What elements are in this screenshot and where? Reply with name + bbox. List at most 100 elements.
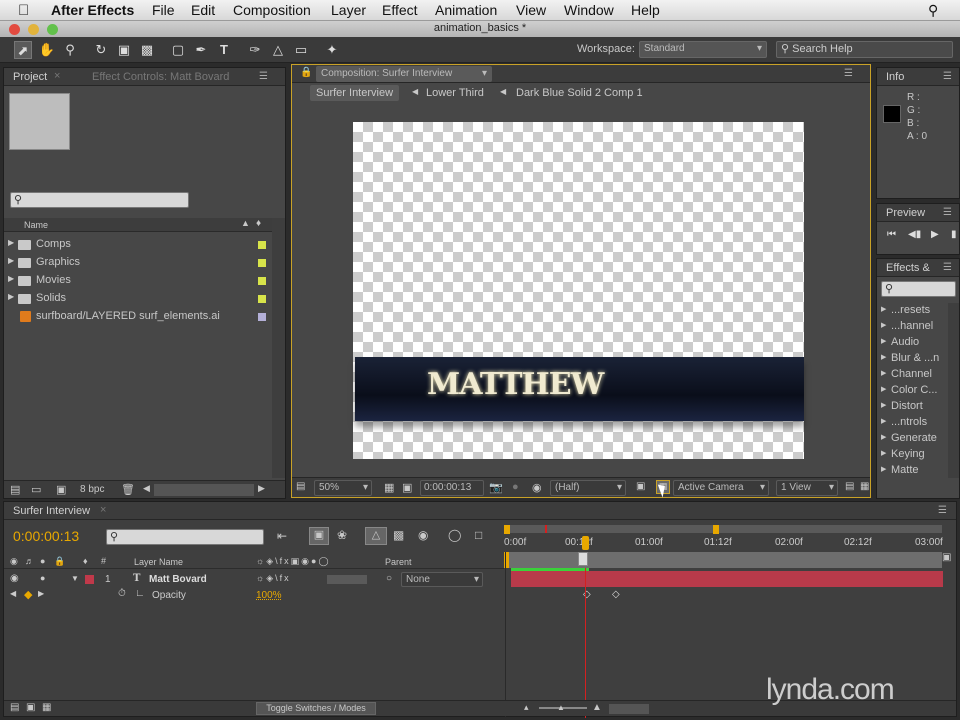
- close-window-button[interactable]: [9, 24, 20, 35]
- comp-mini-flowchart-icon[interactable]: ⇤: [277, 529, 287, 543]
- close-tab-icon[interactable]: ×: [100, 504, 106, 516]
- opacity-value[interactable]: 100%: [256, 590, 282, 601]
- list-item[interactable]: ▶ Audio: [877, 335, 947, 351]
- solo-toggle-icon[interactable]: ●: [40, 573, 45, 583]
- time-navigator-end-handle[interactable]: [713, 525, 719, 534]
- list-item[interactable]: ▶ ...hannel: [877, 319, 947, 335]
- panel-menu-icon[interactable]: ☰: [943, 262, 955, 273]
- project-scrollbar[interactable]: [272, 218, 285, 478]
- layer-switches[interactable]: ☼◈\fx: [256, 573, 291, 584]
- zoom-tool-icon[interactable]: ⚲: [61, 41, 79, 59]
- fast-previews-icon[interactable]: ▦: [860, 481, 869, 492]
- composition-tab-dropdown[interactable]: Composition: Surfer Interview ▾: [316, 66, 492, 82]
- list-item[interactable]: ▶ Comps: [4, 236, 270, 252]
- time-navigator-start-handle[interactable]: [504, 525, 510, 534]
- expand-in-out-icon[interactable]: ▦: [42, 702, 51, 713]
- trash-icon[interactable]: 🗑: [121, 483, 135, 496]
- tab-project[interactable]: Project: [13, 71, 47, 83]
- zoom-slider-thumb[interactable]: ▲: [557, 703, 565, 712]
- tab-info[interactable]: Info: [886, 71, 904, 83]
- clone-stamp-tool-icon[interactable]: △: [269, 41, 287, 59]
- add-keyframe-icon[interactable]: ◆: [24, 588, 32, 601]
- current-time-button[interactable]: 0:00:00:13: [420, 480, 484, 496]
- list-item[interactable]: ▶ Distort: [877, 399, 947, 415]
- rectangle-tool-icon[interactable]: ▢: [169, 41, 187, 59]
- eye-icon[interactable]: ◉: [10, 573, 19, 584]
- list-item[interactable]: ▶ Channel: [877, 367, 947, 383]
- expand-layer-icon[interactable]: ▼: [71, 574, 79, 583]
- list-item[interactable]: surfboard/LAYERED surf_elements.ai: [4, 308, 270, 324]
- scroll-left-icon[interactable]: ◀: [143, 483, 150, 494]
- tab-effect-controls[interactable]: Effect Controls: Matt Bovard: [92, 71, 229, 83]
- comp-viewer-canvas[interactable]: MATTHEW: [353, 122, 804, 459]
- list-item[interactable]: ▶ Blur & ...n: [877, 351, 947, 367]
- menu-animation[interactable]: Animation: [435, 2, 497, 18]
- frame-blending-icon[interactable]: ▩: [393, 528, 404, 542]
- hand-tool-icon[interactable]: ✋: [38, 41, 56, 59]
- breadcrumb-lower-third[interactable]: Lower Third: [426, 87, 484, 99]
- close-tab-icon[interactable]: ×: [54, 70, 60, 82]
- panel-menu-icon[interactable]: ☰: [943, 207, 955, 218]
- type-tool-icon[interactable]: T: [215, 41, 233, 59]
- list-item[interactable]: ▶ ...ntrols: [877, 415, 947, 431]
- list-item[interactable]: ▶ Solids: [4, 290, 270, 306]
- workspace-dropdown[interactable]: Standard ▾: [639, 41, 767, 58]
- resolution-dropdown[interactable]: (Half) ▾: [550, 480, 626, 496]
- search-help-field[interactable]: ⚲ Search Help: [776, 41, 953, 58]
- list-item[interactable]: ▶ Keying: [877, 447, 947, 463]
- playhead-handle[interactable]: [582, 536, 589, 550]
- scroll-right-icon[interactable]: ▶: [258, 483, 265, 494]
- layer-duration-bar[interactable]: [511, 571, 943, 587]
- list-item[interactable]: ▶ Color C...: [877, 383, 947, 399]
- live-update-icon[interactable]: ▣: [309, 527, 329, 545]
- new-composition-icon[interactable]: ▣: [56, 483, 66, 496]
- column-layer-name[interactable]: Layer Name: [134, 557, 183, 567]
- draft-3d-icon[interactable]: ❀: [337, 528, 347, 542]
- expand-layer-switches-icon[interactable]: ▤: [10, 702, 19, 713]
- table-row[interactable]: ◉ ● ▼ 1 T Matt Bovard ☼◈\fx ○ None ▾: [4, 572, 504, 588]
- stopwatch-icon[interactable]: ⏱: [118, 588, 126, 599]
- selection-tool-icon[interactable]: ⬈: [14, 41, 32, 59]
- zoom-window-button[interactable]: [47, 24, 58, 35]
- eraser-tool-icon[interactable]: ▭: [292, 41, 310, 59]
- menu-view[interactable]: View: [516, 2, 546, 18]
- breadcrumb-surfer-interview[interactable]: Surfer Interview: [310, 85, 400, 101]
- graph-editor-icon[interactable]: □: [475, 528, 482, 542]
- motion-blur-icon[interactable]: ◉: [418, 528, 428, 542]
- list-item[interactable]: ▶ Movies: [4, 272, 270, 288]
- lock-icon[interactable]: 🔒: [300, 67, 312, 78]
- first-frame-icon[interactable]: ⏮: [887, 229, 896, 240]
- next-keyframe-icon[interactable]: ▶: [38, 589, 44, 598]
- active-camera-dropdown[interactable]: Active Camera ▾: [673, 480, 769, 496]
- disclosure-triangle-icon[interactable]: ▶: [8, 292, 14, 301]
- label-color-swatch[interactable]: [258, 259, 266, 267]
- panel-menu-icon[interactable]: ☰: [943, 71, 955, 82]
- hide-shy-layers-icon[interactable]: △: [365, 527, 387, 545]
- parent-dropdown[interactable]: None ▾: [401, 572, 483, 587]
- brush-tool-icon[interactable]: ✑: [246, 41, 264, 59]
- effects-search-input[interactable]: ⚲: [881, 281, 956, 297]
- previous-frame-icon[interactable]: ◀▮: [908, 229, 921, 240]
- table-row[interactable]: ◀ ◆ ▶ ⏱ ∟ Opacity 100%: [4, 588, 504, 604]
- list-item[interactable]: ▶ Generate: [877, 431, 947, 447]
- menu-layer[interactable]: Layer: [331, 2, 366, 18]
- spotlight-search-icon[interactable]: ⚲: [928, 2, 938, 19]
- pickwhip-icon[interactable]: ○: [386, 573, 392, 584]
- disclosure-triangle-icon[interactable]: ▶: [8, 274, 14, 283]
- panel-menu-icon[interactable]: ☰: [259, 71, 271, 82]
- menu-effect[interactable]: Effect: [382, 2, 418, 18]
- disclosure-triangle-icon[interactable]: ▶: [8, 238, 14, 247]
- list-item[interactable]: ▶ Matte: [877, 463, 947, 479]
- list-item[interactable]: ▶ ...resets: [877, 303, 947, 319]
- menu-composition[interactable]: Composition: [233, 2, 311, 18]
- magnification-dropdown[interactable]: 50% ▾: [314, 480, 372, 496]
- show-snapshot-icon[interactable]: ●: [512, 481, 519, 493]
- keyframe-diamond[interactable]: ◇: [612, 589, 620, 600]
- apple-icon[interactable]: : [18, 2, 29, 19]
- pan-behind-tool-icon[interactable]: ▩: [138, 41, 156, 59]
- column-parent[interactable]: Parent: [385, 557, 412, 567]
- label-color-swatch[interactable]: [258, 277, 266, 285]
- camera-tool-icon[interactable]: ▣: [115, 41, 133, 59]
- tab-surfer-interview[interactable]: Surfer Interview: [13, 505, 90, 517]
- menu-help[interactable]: Help: [631, 2, 660, 18]
